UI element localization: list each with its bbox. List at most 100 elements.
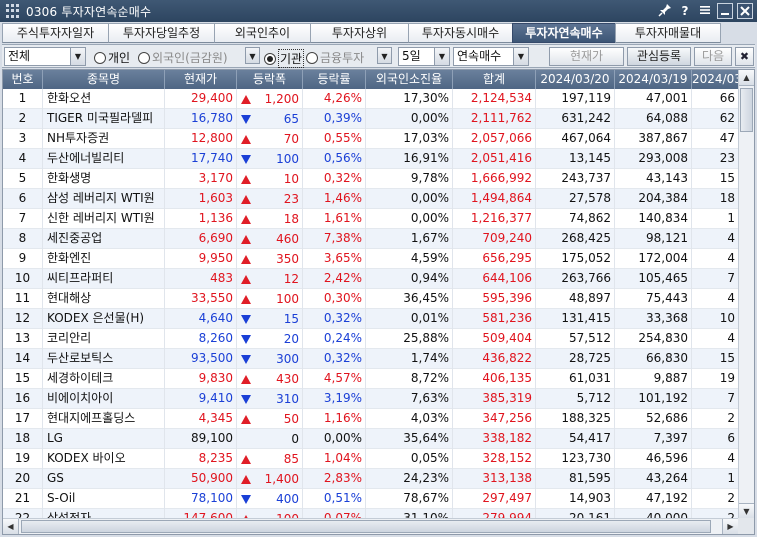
table-row[interactable]: 9 한화엔진 9,950 350 3,65% 4,59% 656,295 175,052 172…	[3, 249, 738, 269]
radio-institution[interactable]: 기관	[264, 49, 305, 68]
radio-circle-icon[interactable]	[138, 51, 150, 64]
cell-stock-name[interactable]: 한화엔진	[43, 249, 165, 269]
current-price-button[interactable]: 현재가	[549, 47, 624, 66]
cell-stock-name[interactable]: 한화생명	[43, 169, 165, 189]
horizontal-scrollbar[interactable]: ◀ ▶	[3, 518, 738, 534]
table-row[interactable]: 21 S-Oil 78,100 400 0,51% 78,67% 297,497 14,903…	[3, 489, 738, 509]
cell-stock-name[interactable]: 한화오션	[43, 89, 165, 109]
scroll-right-icon[interactable]: ▶	[722, 519, 738, 534]
col-header-foreign-ratio[interactable]: 외국인소진율	[366, 70, 453, 89]
period-select[interactable]: 5일 ▼	[398, 47, 450, 66]
table-row[interactable]: 3 NH투자증권 12,800 70 0,55% 17,03% 2,057,066 467,0…	[3, 129, 738, 149]
col-header-date-3[interactable]: 2024/03	[692, 70, 738, 89]
cell-stock-name[interactable]: LG	[43, 429, 165, 449]
mode-select[interactable]: 연속매수 ▼	[453, 47, 529, 66]
cell-date-2: 140,834	[615, 209, 692, 229]
next-button[interactable]: 다음	[694, 47, 732, 66]
grip-icon[interactable]	[6, 4, 20, 18]
cell-foreign-ratio: 35,64%	[366, 429, 453, 449]
pin-icon[interactable]	[657, 3, 673, 19]
scroll-left-icon[interactable]: ◀	[3, 519, 19, 534]
chevron-down-icon[interactable]: ▼	[377, 47, 392, 64]
table-row[interactable]: 19 KODEX 바이오 8,235 85 1,04% 0,05% 328,152 123,7…	[3, 449, 738, 469]
cell-total: 2,111,762	[453, 109, 536, 129]
menu-icon[interactable]	[697, 3, 713, 19]
tab-investor-volume-profile[interactable]: 투자자매물대	[615, 23, 721, 43]
table-row[interactable]: 18 LG 89,100 0 0,00% 35,64% 338,182 54,417 7,397…	[3, 429, 738, 449]
cell-stock-name[interactable]: 신한 레버리지 WTI원	[43, 209, 165, 229]
foreign-select[interactable]: ▼	[245, 47, 260, 66]
tab-investor-simultaneous[interactable]: 투자자동시매수	[408, 23, 513, 43]
chevron-down-icon[interactable]: ▼	[513, 48, 528, 65]
cell-rate: 0,56%	[303, 149, 366, 169]
vertical-scroll-thumb[interactable]	[740, 88, 753, 132]
cell-stock-name[interactable]: S-Oil	[43, 489, 165, 509]
table-row[interactable]: 15 세경하이테크 9,830 430 4,57% 8,72% 406,135 61,031 9…	[3, 369, 738, 389]
table-row[interactable]: 5 한화생명 3,170 10 0,32% 9,78% 1,666,992 243,737 43…	[3, 169, 738, 189]
col-header-change[interactable]: 등락폭	[237, 70, 303, 89]
radio-circle-checked-icon[interactable]	[264, 52, 276, 65]
cell-stock-name[interactable]: 코리안리	[43, 329, 165, 349]
market-select[interactable]: 전체 ▼	[4, 47, 86, 66]
cell-stock-name[interactable]: GS	[43, 469, 165, 489]
radio-circle-icon[interactable]	[94, 51, 106, 64]
cell-stock-name[interactable]: 세경하이테크	[43, 369, 165, 389]
table-row[interactable]: 13 코리안리 8,260 20 0,24% 25,88% 509,404 57,512 254…	[3, 329, 738, 349]
tab-foreign-trend[interactable]: 외국인추이	[214, 23, 311, 43]
col-header-no[interactable]: 번호	[3, 70, 43, 89]
chevron-down-icon[interactable]: ▼	[70, 48, 85, 65]
table-row[interactable]: 8 세진중공업 6,690 460 7,38% 1,67% 709,240 268,425 98…	[3, 229, 738, 249]
cell-stock-name[interactable]: KODEX 바이오	[43, 449, 165, 469]
cell-stock-name[interactable]: 씨티프라퍼티	[43, 269, 165, 289]
col-header-date-1[interactable]: 2024/03/20	[536, 70, 615, 89]
cell-stock-name[interactable]: NH투자증권	[43, 129, 165, 149]
cell-change-value: 1,400	[264, 471, 299, 486]
radio-financial-investment[interactable]: 금융투자	[306, 49, 364, 66]
radio-circle-icon[interactable]	[306, 51, 318, 64]
vertical-scrollbar[interactable]: ▲ ▼	[738, 70, 754, 519]
col-header-name[interactable]: 종목명	[43, 70, 165, 89]
radio-foreign[interactable]: 외국인(금감원)	[138, 49, 228, 66]
tab-stock-investor-daily[interactable]: 주식투자자일자	[2, 23, 109, 43]
minimize-icon[interactable]	[717, 3, 733, 19]
table-row[interactable]: 17 현대지에프홀딩스 4,345 50 1,16% 4,03% 347,256 188,32…	[3, 409, 738, 429]
tab-investor-today-estimate[interactable]: 투자자당일추정	[108, 23, 215, 43]
table-row[interactable]: 16 비에이치아이 9,410 310 3,19% 7,63% 385,319 5,712 10…	[3, 389, 738, 409]
cell-stock-name[interactable]: KODEX 은선물(H)	[43, 309, 165, 329]
cell-stock-name[interactable]: 두산로보틱스	[43, 349, 165, 369]
table-row[interactable]: 10 씨티프라퍼티 483 12 2,42% 0,94% 644,106 263,766 105…	[3, 269, 738, 289]
tab-investor-top[interactable]: 투자자상위	[310, 23, 409, 43]
col-header-price[interactable]: 현재가	[165, 70, 237, 89]
col-header-total[interactable]: 합계	[453, 70, 536, 89]
table-row[interactable]: 14 두산로보틱스 93,500 300 0,32% 1,74% 436,822 28,725…	[3, 349, 738, 369]
close-icon[interactable]	[737, 3, 753, 19]
table-row[interactable]: 6 삼성 레버리지 WTI원 1,603 23 1,46% 0,00% 1,494,864 2…	[3, 189, 738, 209]
table-row[interactable]: 20 GS 50,900 1,400 2,83% 24,23% 313,138 81,595 4…	[3, 469, 738, 489]
add-watchlist-button[interactable]: 관심등록	[627, 47, 691, 66]
table-row[interactable]: 11 현대해상 33,550 100 0,30% 36,45% 595,396 48,897 7…	[3, 289, 738, 309]
table-row[interactable]: 1 한화오션 29,400 1,200 4,26% 17,30% 2,124,534 197,…	[3, 89, 738, 109]
radio-individual[interactable]: 개인	[94, 49, 130, 66]
chevron-down-icon[interactable]: ▼	[245, 47, 260, 64]
help-icon[interactable]: ?	[677, 3, 693, 19]
col-header-rate[interactable]: 등락률	[303, 70, 366, 89]
cell-stock-name[interactable]: 세진중공업	[43, 229, 165, 249]
col-header-date-2[interactable]: 2024/03/19	[615, 70, 692, 89]
scroll-down-icon[interactable]: ▼	[739, 503, 754, 519]
table-row[interactable]: 7 신한 레버리지 WTI원 1,136 18 1,61% 0,00% 1,216,377 7…	[3, 209, 738, 229]
tab-investor-consecutive[interactable]: 투자자연속매수	[512, 23, 616, 43]
horizontal-scroll-thumb[interactable]	[21, 520, 711, 533]
cell-stock-name[interactable]: TIGER 미국필라델피	[43, 109, 165, 129]
scroll-up-icon[interactable]: ▲	[739, 70, 754, 86]
table-row[interactable]: 2 TIGER 미국필라델피 16,780 65 0,39% 0,00% 2,111,762…	[3, 109, 738, 129]
cell-stock-name[interactable]: 삼성 레버리지 WTI원	[43, 189, 165, 209]
cell-stock-name[interactable]: 두산에너빌리티	[43, 149, 165, 169]
chevron-down-icon[interactable]: ▼	[434, 48, 449, 65]
table-row[interactable]: 12 KODEX 은선물(H) 4,640 15 0,32% 0,01% 581,236 13…	[3, 309, 738, 329]
institution-type-select[interactable]: ▼	[377, 47, 392, 66]
close-panel-icon[interactable]: ✖	[735, 47, 754, 66]
cell-stock-name[interactable]: 현대해상	[43, 289, 165, 309]
cell-stock-name[interactable]: 현대지에프홀딩스	[43, 409, 165, 429]
cell-stock-name[interactable]: 비에이치아이	[43, 389, 165, 409]
table-row[interactable]: 4 두산에너빌리티 17,740 100 0,56% 16,91% 2,051,416 13,…	[3, 149, 738, 169]
